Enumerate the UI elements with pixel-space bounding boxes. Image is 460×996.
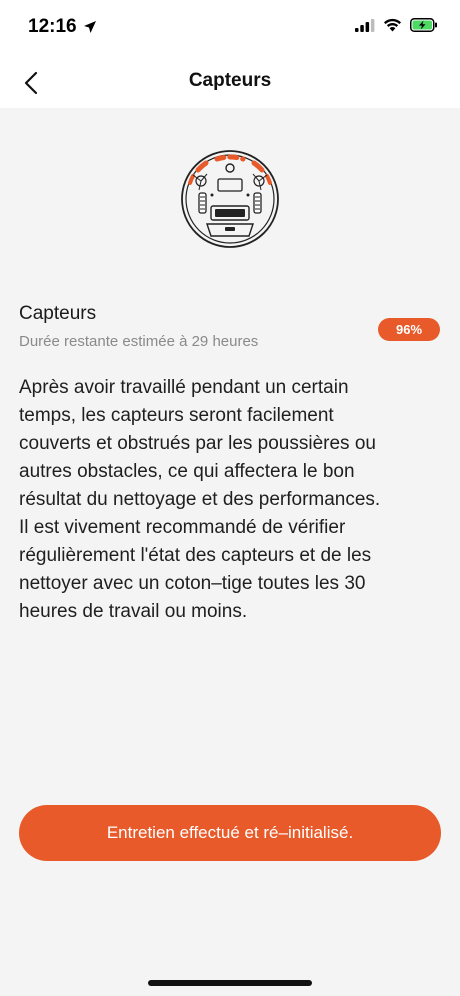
percent-badge: 96% — [378, 318, 440, 341]
maintenance-description: Après avoir travaillé pendant un certain… — [19, 377, 381, 622]
home-indicator[interactable] — [148, 980, 312, 986]
status-bar: 12:16 — [0, 0, 460, 58]
remaining-time-text: Durée restante estimée à 29 heures — [19, 333, 259, 350]
status-time-group: 12:16 — [28, 16, 97, 38]
sensor-title: Capteurs — [19, 303, 97, 324]
sensors-screen: 12:16 Capteurs Capteurs Durée restante e… — [0, 0, 460, 996]
nav-bar: Capteurs — [0, 58, 460, 108]
wifi-icon — [384, 18, 401, 32]
status-icons — [355, 18, 438, 32]
status-time: 12:16 — [28, 16, 77, 37]
location-arrow-icon — [83, 21, 96, 33]
cellular-signal-icon — [355, 18, 375, 32]
robot-vacuum-bottom-icon — [181, 150, 279, 248]
page-title: Capteurs — [188, 70, 272, 91]
reset-maintenance-button[interactable]: Entretien effectué et ré–initialisé. — [19, 805, 441, 861]
battery-charging-icon — [410, 18, 437, 32]
